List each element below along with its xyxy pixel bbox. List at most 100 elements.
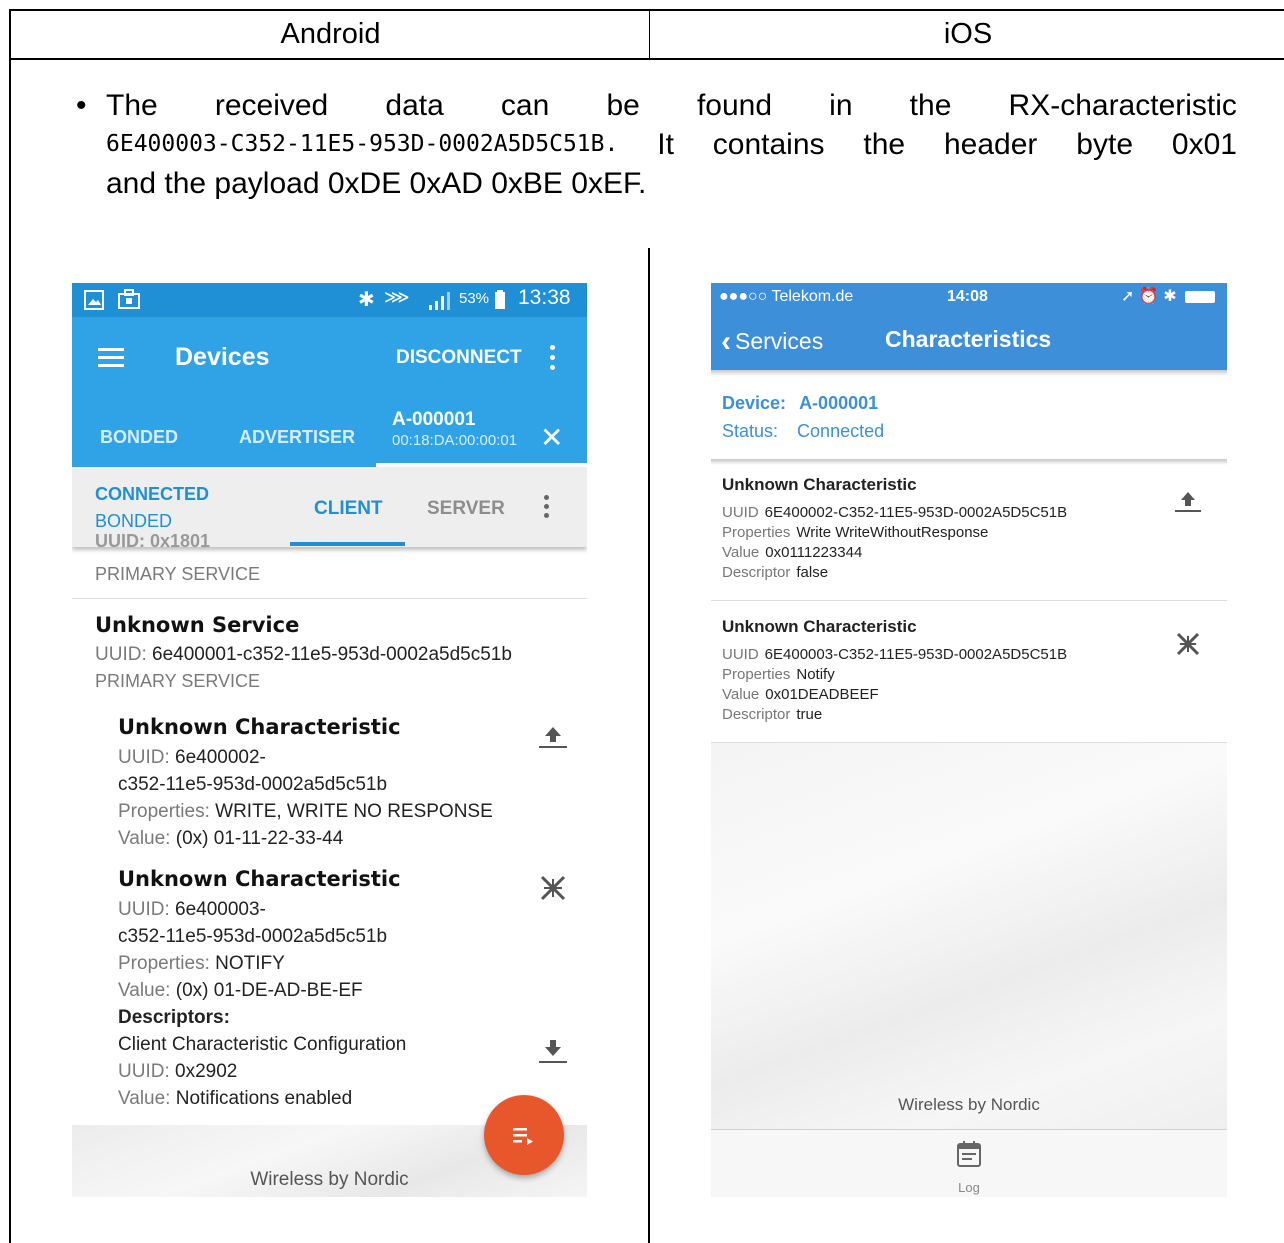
characteristic-uuid: UUID 6E400002-C352-11E5-953D-0002A5D5C51B [722,504,1068,521]
word: the [863,128,906,161]
log-icon [513,1127,533,1145]
mute-icon: ⋙ [384,287,410,307]
status-value: Connected [797,421,885,441]
app-title: Devices [175,343,270,371]
close-icon[interactable]: ✕ [540,421,563,454]
characteristic-name[interactable]: Unknown Characteristic [118,715,401,739]
word: received [214,89,329,122]
tab-device[interactable]: A-000001 00:18:DA:00:00:01 [392,409,517,449]
tab-server[interactable]: SERVER [427,498,505,520]
more-vert-icon[interactable] [544,495,550,522]
device-info: Device: A-000001 [722,393,878,414]
characteristic-properties: Properties: NOTIFY [118,953,285,975]
notify-icon[interactable] [538,873,568,901]
log-fab-button[interactable] [484,1095,564,1175]
location-icon: ➚ [1121,288,1135,305]
battery-percent: 53% [459,290,490,307]
word: can [500,89,550,122]
characteristic-cell[interactable]: Unknown Characteristic UUID 6E400003-C352… [722,617,1067,725]
word: contains [712,128,825,161]
tab-client[interactable]: CLIENT [314,498,383,520]
table-header-ios: iOS [650,11,1284,58]
uuid-value-cont: c352-11e5-953d-0002a5d5c51b [118,926,388,947]
properties-label: Properties: [118,953,210,974]
alarm-icon: ⏰ [1138,288,1159,305]
value-label: Value: [118,828,171,849]
value-label: Value: [118,980,171,1001]
value-value: Notifications enabled [175,1088,353,1109]
table-left-border [9,60,11,1243]
log-icon[interactable] [956,1140,982,1168]
characteristic-uuid: UUID 6E400003-C352-11E5-953D-0002A5D5C51B [722,646,1068,663]
characteristic-uuid: UUID: 6e400002- [118,747,266,769]
service-type: PRIMARY SERVICE [95,671,261,691]
tab-advertiser[interactable]: ADVERTISER [239,427,355,448]
table-header-android: Android [11,11,650,58]
uuid-value: 0x2902 [175,1061,238,1082]
word: header [944,128,1038,161]
word: RX-characteristic [1008,89,1237,122]
menu-icon[interactable] [98,348,124,367]
tab-bonded[interactable]: BONDED [100,427,178,448]
uuid-value: 6e400003- [175,899,266,920]
ios-background: Wireless by Nordic [711,743,1227,1129]
descriptor-value: Value: Notifications enabled [118,1088,352,1110]
android-app-bar: Devices DISCONNECT BONDED ADVERTISER A-0… [72,317,587,467]
back-button[interactable]: ‹ Services [721,323,824,358]
notify-icon[interactable] [1173,629,1203,657]
characteristic-name[interactable]: Unknown Characteristic [118,867,401,891]
service-uuid: UUID: 6e400001-c352-11e5-953d-0002a5d5c5… [95,644,512,666]
carrier: ●●●○○ Telekom.de [719,288,854,305]
ios-nav-bar: ●●●○○ Telekom.de 14:08 ➚ ⏰ ✱ ‹ Services C… [711,283,1227,370]
chevron-left-icon: ‹ [721,325,731,358]
characteristic-uuid: UUID: 6e400003- [118,899,266,921]
paragraph-line-3: and the payload 0xDE 0xAD 0xBE 0xEF. [106,167,647,200]
uuid-label: UUID: [95,644,147,665]
prev-service-type: PRIMARY SERVICE [95,564,261,584]
prev-service-uuid: UUID: 0x1801 [95,531,211,551]
word: found [696,89,773,122]
properties-label: Properties: [118,801,210,822]
footer-text: Wireless by Nordic [898,1095,1040,1114]
uuid-label: UUID: [118,747,170,768]
android-status-bar: ✱ ⋙ 53% 13:38 [72,283,587,317]
download-icon[interactable] [538,1038,568,1066]
uuid-value: 6e400001-c352-11e5-953d-0002a5d5c51b [152,644,512,665]
word: data [385,89,444,122]
word: 0x01 [1171,128,1237,161]
word: The [106,89,158,122]
more-vert-icon[interactable] [550,345,556,375]
status-icons: ➚ ⏰ ✱ [1121,286,1216,306]
characteristic-value: Value 0x0111223344 [722,544,863,561]
characteristic-cell[interactable]: Unknown Characteristic UUID 6E400002-C352… [722,475,1067,583]
device-label: Device: [722,393,787,413]
characteristic-properties: Properties Notify [722,666,835,683]
disconnect-button[interactable]: DISCONNECT [396,347,522,369]
tab-log[interactable]: Log [711,1180,1227,1195]
properties-value: WRITE, WRITE NO RESPONSE [215,801,493,822]
properties-value: NOTIFY [215,953,285,974]
connected-status: CONNECTED [95,484,210,504]
clock: 13:38 [518,286,571,309]
device-value: A-000001 [799,393,879,413]
bullet: • [76,89,87,122]
bonded-status: BONDED [95,511,173,531]
table-column-divider [648,248,650,1243]
status-info: Status: Connected [722,421,884,442]
characteristic-value: Value: (0x) 01-11-22-33-44 [118,828,343,850]
back-label: Services [735,328,824,354]
service-name[interactable]: Unknown Service [95,613,299,637]
upload-icon[interactable] [538,723,568,751]
characteristic-descriptor: Descriptor true [722,706,823,723]
android-screenshot: ✱ ⋙ 53% 13:38 Devices DISCONNECT BONDED … [72,283,587,1197]
battery-icon [495,290,505,309]
client-tab-indicator [290,542,405,546]
descriptor-name[interactable]: Client Characteristic Configuration [118,1034,406,1056]
characteristic-name: Unknown Characteristic [722,475,917,494]
characteristic-value: Value: (0x) 01-DE-AD-BE-EF [118,980,363,1002]
descriptors-heading: Descriptors: [118,1007,230,1028]
characteristic-name: Unknown Characteristic [722,617,917,636]
paragraph-line-1: The received data can be found in the RX… [106,86,1237,125]
uuid-code: 6E400003-C352-11E5-953D-0002A5D5C51B. [106,131,619,157]
upload-icon[interactable] [1173,489,1203,515]
